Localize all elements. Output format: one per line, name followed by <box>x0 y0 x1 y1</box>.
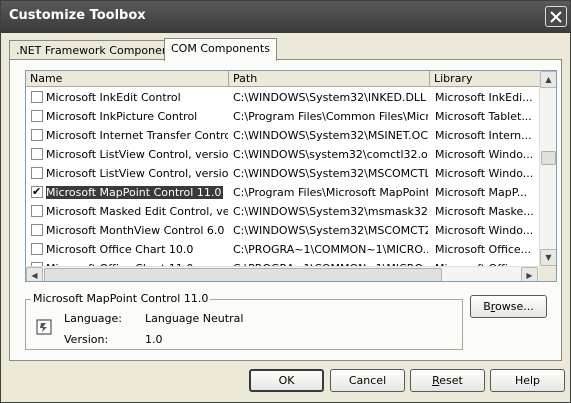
list-item[interactable]: Microsoft MonthView Control 6.0 (... C:\W… <box>26 221 539 240</box>
component-name: Microsoft MapPoint Control 11.0 <box>46 186 228 199</box>
component-name-text: Microsoft MonthView Control 6.0 (... <box>46 224 228 237</box>
component-path: C:\Program Files\Common Files\Micro... <box>233 110 428 123</box>
cancel-button[interactable]: Cancel <box>330 369 405 392</box>
component-library: Microsoft Maske... <box>435 205 534 218</box>
component-path: C:\PROGRA~1\COMMON~1\MICRO... <box>233 243 428 256</box>
component-name: Microsoft Internet Transfer Contro... <box>46 129 228 142</box>
component-name: Microsoft Masked Edit Control, ver... <box>46 205 228 218</box>
tab-net-framework-components[interactable]: .NET Framework Components <box>9 40 186 60</box>
component-library: Microsoft Windo... <box>435 224 534 237</box>
version-value: 1.0 <box>145 333 163 346</box>
version-label: Version: <box>64 333 109 346</box>
scroll-right-button[interactable]: ▶ <box>521 267 538 281</box>
component-name: Microsoft Office Chart 10.0 <box>46 243 228 256</box>
list-rows: Microsoft InkEdit Control C:\WINDOWS\Syst… <box>26 88 539 278</box>
component-name-text: Microsoft InkEdit Control <box>46 91 181 104</box>
components-list[interactable]: Name Path Library Microsoft InkEdit Cont… <box>25 70 557 282</box>
component-checkbox[interactable] <box>31 91 43 103</box>
vertical-scroll-thumb[interactable] <box>541 151 556 165</box>
tab-label: .NET Framework Components <box>16 44 179 57</box>
component-path: C:\WINDOWS\System32\msmask32.... <box>233 205 428 218</box>
component-checkbox[interactable] <box>31 185 43 198</box>
component-checkbox[interactable] <box>31 205 43 217</box>
list-item[interactable]: Microsoft ListView Control, version ... C… <box>26 145 539 164</box>
close-icon <box>550 10 562 23</box>
component-name: Microsoft MonthView Control 6.0 (... <box>46 224 228 237</box>
list-item[interactable]: Microsoft InkPicture Control C:\Program F… <box>26 107 539 126</box>
component-library: Microsoft Intern... <box>435 129 532 142</box>
component-path: C:\WINDOWS\System32\MSCOMCTL.... <box>233 167 428 180</box>
component-name: Microsoft InkEdit Control <box>46 91 228 104</box>
list-item[interactable]: Microsoft Masked Edit Control, ver... C:\… <box>26 202 539 221</box>
vertical-scrollbar[interactable]: ▲ ▼ <box>539 71 556 266</box>
component-details-group: Microsoft MapPoint Control 11.0 Language… <box>25 292 463 350</box>
scroll-up-button[interactable]: ▲ <box>540 71 556 88</box>
component-library: Microsoft Office... <box>435 243 532 256</box>
component-path: C:\WINDOWS\System32\MSINET.OCX <box>233 129 428 142</box>
horizontal-scroll-thumb[interactable] <box>44 268 442 281</box>
component-icon <box>36 319 52 335</box>
list-item[interactable]: Microsoft Office Chart 10.0 C:\PROGRA~1\C… <box>26 240 539 259</box>
customize-toolbox-dialog: Customize Toolbox .NET Framework Compone… <box>0 0 571 403</box>
language-label: Language: <box>64 312 122 325</box>
list-item[interactable]: Microsoft ListView Control, version ... C… <box>26 164 539 183</box>
com-components-panel: Name Path Library Microsoft InkEdit Cont… <box>9 59 562 361</box>
component-library: Microsoft Tablet... <box>435 110 532 123</box>
component-checkbox[interactable] <box>31 224 43 236</box>
component-checkbox[interactable] <box>31 243 43 255</box>
component-name: Microsoft ListView Control, version ... <box>46 148 228 161</box>
component-name-text: Microsoft MapPoint Control 11.0 <box>46 186 224 199</box>
list-header: Name Path Library <box>26 71 539 87</box>
component-checkbox[interactable] <box>31 167 43 179</box>
component-name-text: Microsoft Masked Edit Control, ver... <box>46 205 228 218</box>
component-name-text: Microsoft ListView Control, version ... <box>46 167 228 180</box>
browse-button[interactable]: Browse... <box>470 295 547 318</box>
component-name-text: Microsoft Office Chart 10.0 <box>46 243 194 256</box>
component-path: C:\WINDOWS\system32\comctl32.ocx <box>233 148 428 161</box>
component-checkbox[interactable] <box>31 148 43 160</box>
browse-label-start: B <box>483 300 491 313</box>
component-path: C:\WINDOWS\System32\INKED.DLL <box>233 91 427 104</box>
title-bar: Customize Toolbox <box>1 1 570 33</box>
list-item[interactable]: Microsoft MapPoint Control 11.0 C:\Progra… <box>26 183 539 202</box>
arrow-right-icon: ▶ <box>526 271 533 280</box>
tab-com-components[interactable]: COM Components <box>164 38 277 61</box>
horizontal-scrollbar[interactable]: ◀ ▶ <box>26 266 539 281</box>
scrollbar-corner <box>539 266 556 281</box>
window-title: Customize Toolbox <box>9 8 146 23</box>
arrow-down-icon: ▼ <box>545 253 552 262</box>
component-name-text: Microsoft Internet Transfer Contro... <box>46 129 228 142</box>
component-checkbox[interactable] <box>31 129 43 141</box>
scroll-down-button[interactable]: ▼ <box>540 249 556 266</box>
component-name-text: Microsoft InkPicture Control <box>46 110 198 123</box>
arrow-left-icon: ◀ <box>31 271 38 280</box>
details-title: Microsoft MapPoint Control 11.0 <box>31 292 211 305</box>
scroll-left-button[interactable]: ◀ <box>26 267 43 281</box>
language-value: Language Neutral <box>145 312 244 325</box>
column-header-library[interactable]: Library <box>430 71 539 87</box>
ok-button[interactable]: OK <box>249 369 324 392</box>
component-name-text: Microsoft ListView Control, version ... <box>46 148 228 161</box>
component-library: Microsoft MapP... <box>435 186 528 199</box>
component-library: Microsoft Windo... <box>435 167 534 180</box>
component-name: Microsoft ListView Control, version ... <box>46 167 228 180</box>
reset-label-end: eset <box>439 374 463 387</box>
reset-button[interactable]: Reset <box>410 369 485 392</box>
list-item[interactable]: Microsoft InkEdit Control C:\WINDOWS\Syst… <box>26 88 539 107</box>
component-name: Microsoft InkPicture Control <box>46 110 228 123</box>
column-header-path[interactable]: Path <box>229 71 430 87</box>
list-item[interactable]: Microsoft Internet Transfer Contro... C:\… <box>26 126 539 145</box>
column-header-name[interactable]: Name <box>26 71 229 87</box>
component-path: C:\WINDOWS\System32\MSCOMCT2.... <box>233 224 428 237</box>
help-button[interactable]: Help <box>490 369 565 392</box>
component-path: C:\Program Files\Microsoft MapPoint\... <box>233 186 428 199</box>
browse-label-end: owse... <box>495 300 534 313</box>
tab-label: COM Components <box>171 42 270 55</box>
component-library: Microsoft InkEdi... <box>435 91 533 104</box>
close-button[interactable] <box>545 6 567 27</box>
component-checkbox[interactable] <box>31 110 43 122</box>
component-library: Microsoft Windo... <box>435 148 534 161</box>
arrow-up-icon: ▲ <box>545 75 552 84</box>
